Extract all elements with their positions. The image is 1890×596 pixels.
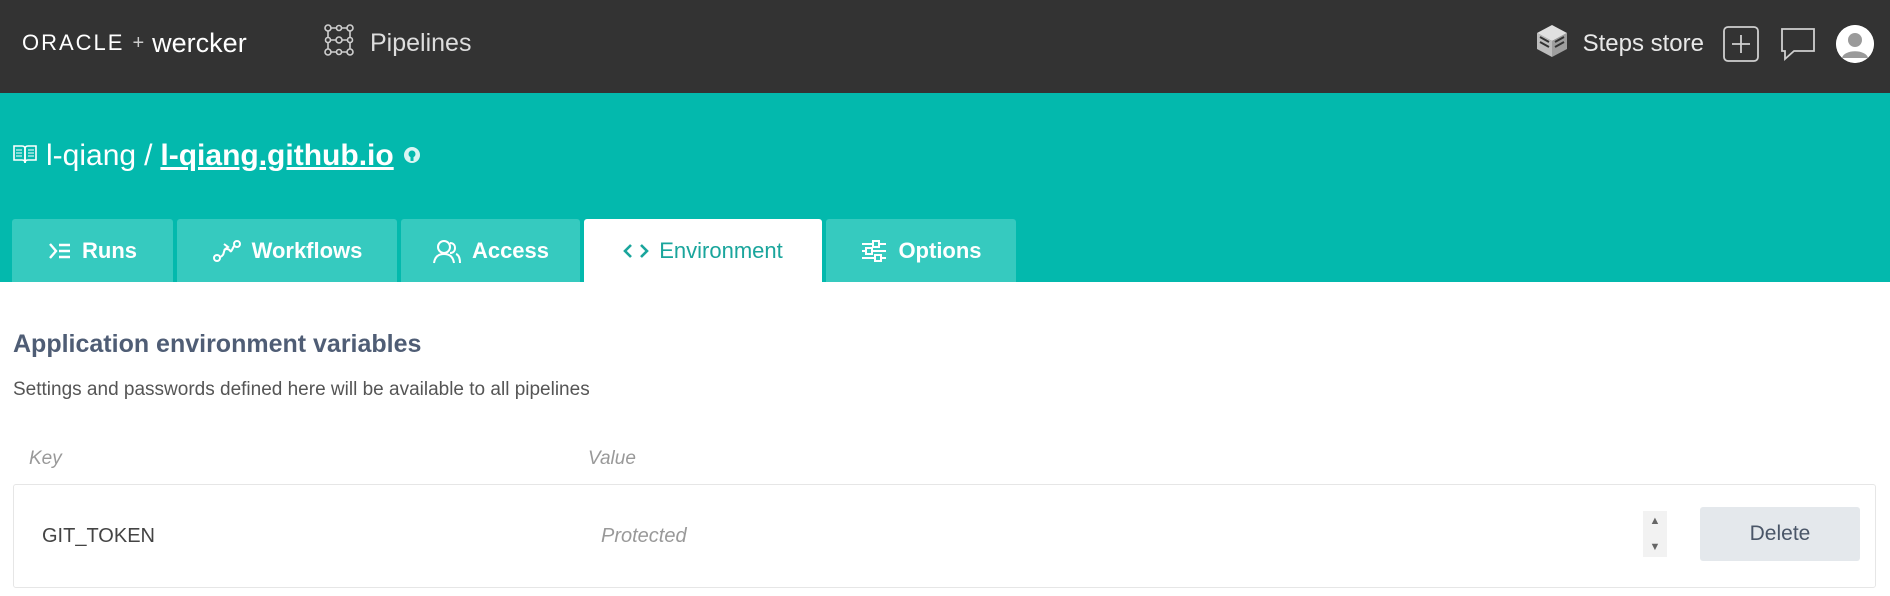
tab-options[interactable]: Options: [826, 219, 1016, 282]
github-icon[interactable]: [402, 139, 422, 173]
tab-runs-label: Runs: [82, 237, 137, 263]
plus-icon: [1723, 26, 1759, 62]
column-header-key: Key: [29, 448, 62, 469]
pipelines-nav-link[interactable]: Pipelines: [322, 23, 472, 64]
application-header: l-qiang / l-qiang.github.io Runs Workflo…: [0, 93, 1890, 282]
tab-workflows-label: Workflows: [251, 237, 363, 263]
runs-icon: [49, 242, 70, 259]
pipelines-icon: [322, 23, 356, 64]
oracle-wercker-logo[interactable]: ORACLE + wercker: [22, 28, 247, 58]
tab-environment-label: Environment: [659, 237, 783, 263]
tab-runs[interactable]: Runs: [12, 219, 173, 282]
section-description: Settings and passwords defined here will…: [13, 379, 590, 400]
steps-store-label: Steps store: [1582, 30, 1704, 57]
env-variable-key: GIT_TOKEN: [42, 525, 155, 547]
tab-workflows[interactable]: Workflows: [177, 219, 397, 282]
row-spinner[interactable]: ▲ ▼: [1643, 511, 1667, 557]
oracle-wordmark: ORACLE: [22, 30, 125, 55]
right-nav: Steps store: [1535, 22, 1874, 66]
repo-owner[interactable]: l-qiang: [46, 139, 136, 173]
wercker-wordmark: wercker: [152, 27, 247, 58]
user-silhouette-icon: [1836, 25, 1874, 63]
user-avatar[interactable]: [1836, 25, 1874, 63]
chat-bubble-icon: [1781, 28, 1815, 62]
access-icon: [432, 239, 461, 263]
add-button[interactable]: [1722, 25, 1760, 63]
tab-options-label: Options: [898, 237, 982, 263]
delete-button[interactable]: Delete: [1700, 507, 1860, 561]
tab-access-label: Access: [471, 237, 550, 263]
top-navbar: ORACLE + wercker Pipelines Steps store: [0, 0, 1890, 93]
logo-plus: +: [132, 31, 145, 54]
steps-store-link[interactable]: Steps store: [1535, 23, 1704, 66]
caret-up-icon[interactable]: ▲: [1650, 515, 1661, 527]
tab-access[interactable]: Access: [401, 219, 580, 282]
section-heading: Application environment variables: [13, 330, 422, 358]
workflows-icon: [212, 239, 241, 262]
breadcrumb-separator: /: [144, 139, 153, 172]
pipelines-label: Pipelines: [370, 28, 472, 57]
chat-button[interactable]: [1778, 25, 1818, 63]
env-variable-value: Protected: [601, 525, 687, 547]
code-icon: [623, 243, 650, 258]
options-icon: [862, 239, 887, 262]
repo-breadcrumb: l-qiang / l-qiang.github.io: [12, 136, 422, 176]
column-header-value: Value: [588, 448, 636, 469]
env-variable-row: GIT_TOKEN Protected ▲ ▼ Delete: [13, 484, 1876, 588]
tab-bar: Runs Workflows Access Environment Option…: [12, 219, 1016, 282]
repo-name-link[interactable]: l-qiang.github.io: [160, 139, 393, 173]
book-icon: [12, 139, 38, 173]
tab-environment[interactable]: Environment: [584, 219, 822, 282]
steps-store-icon: [1535, 23, 1569, 66]
caret-down-icon[interactable]: ▼: [1650, 541, 1661, 553]
